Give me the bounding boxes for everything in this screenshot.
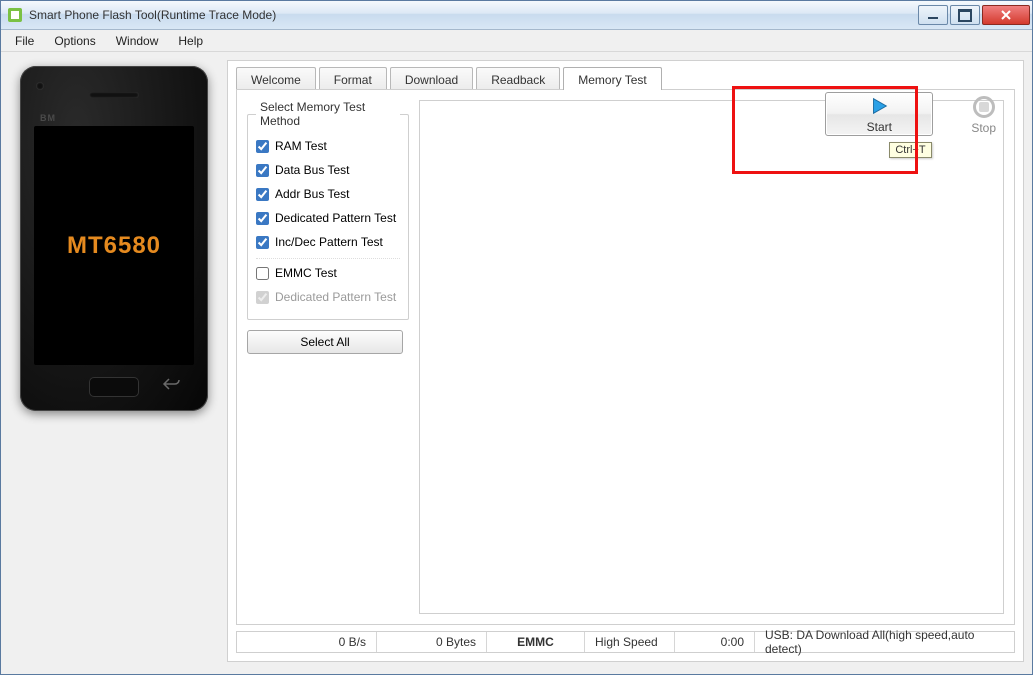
tab-readback[interactable]: Readback (476, 67, 560, 89)
titlebar[interactable]: Smart Phone Flash Tool(Runtime Trace Mod… (1, 1, 1032, 30)
stop-button: Stop (971, 96, 996, 135)
start-tooltip: Ctrl+T (889, 142, 931, 158)
action-zone: Start Ctrl+T Stop (825, 92, 996, 136)
dedicated-pattern-test-checkbox[interactable] (256, 212, 269, 225)
tab-body: Select Memory Test Method RAM Test Data … (236, 89, 1015, 625)
addr-bus-test-checkbox[interactable] (256, 188, 269, 201)
menubar: File Options Window Help (1, 30, 1032, 52)
log-area[interactable] (419, 100, 1004, 614)
maximize-button[interactable] (950, 5, 980, 25)
data-bus-test-checkbox[interactable] (256, 164, 269, 177)
status-bytes: 0 Bytes (377, 632, 487, 652)
main-window: Smart Phone Flash Tool(Runtime Trace Mod… (0, 0, 1033, 675)
close-button[interactable] (982, 5, 1030, 25)
tab-format[interactable]: Format (319, 67, 387, 89)
tab-welcome[interactable]: Welcome (236, 67, 316, 89)
window-title: Smart Phone Flash Tool(Runtime Trace Mod… (29, 8, 916, 22)
ram-test-label: RAM Test (275, 139, 327, 153)
phone-brand: BM (40, 113, 56, 123)
menu-options[interactable]: Options (44, 32, 105, 50)
status-time: 0:00 (675, 632, 755, 652)
emmc-dedicated-pattern-checkbox (256, 291, 269, 304)
emmc-test-label: EMMC Test (275, 266, 337, 280)
menu-window[interactable]: Window (106, 32, 169, 50)
status-usb: USB: DA Download All(high speed,auto det… (755, 632, 1014, 652)
status-storage: EMMC (487, 632, 585, 652)
status-mode: High Speed (585, 632, 675, 652)
phone-chip-label: MT6580 (67, 232, 161, 260)
ram-test-checkbox[interactable] (256, 140, 269, 153)
inc-dec-pattern-test-checkbox[interactable] (256, 236, 269, 249)
menu-file[interactable]: File (5, 32, 44, 50)
emmc-dedicated-pattern-label: Dedicated Pattern Test (275, 290, 396, 304)
group-title: Select Memory Test Method (256, 100, 400, 128)
select-all-button[interactable]: Select All (247, 330, 403, 354)
memory-test-group: Select Memory Test Method RAM Test Data … (247, 100, 409, 320)
content-pane: Welcome Format Download Readback Memory … (227, 60, 1024, 662)
start-button[interactable]: Start (825, 92, 933, 136)
phone-illustration: BM MT6580 (20, 66, 208, 411)
client-area: BM MT6580 Welcome Format Download Readba… (1, 52, 1032, 670)
minimize-button[interactable] (918, 5, 948, 25)
dedicated-pattern-test-label: Dedicated Pattern Test (275, 211, 396, 225)
tab-strip: Welcome Format Download Readback Memory … (236, 67, 1015, 89)
device-preview-pane: BM MT6580 (9, 60, 219, 662)
addr-bus-test-label: Addr Bus Test (275, 187, 349, 201)
stop-icon (973, 96, 995, 118)
statusbar: 0 B/s 0 Bytes EMMC High Speed 0:00 USB: … (236, 631, 1015, 653)
data-bus-test-label: Data Bus Test (275, 163, 349, 177)
emmc-test-checkbox[interactable] (256, 267, 269, 280)
play-icon (868, 95, 890, 120)
tab-memory-test[interactable]: Memory Test (563, 67, 661, 90)
back-icon (162, 378, 180, 393)
stop-label: Stop (971, 121, 996, 135)
inc-dec-pattern-test-label: Inc/Dec Pattern Test (275, 235, 383, 249)
start-label: Start (867, 120, 892, 134)
menu-help[interactable]: Help (168, 32, 213, 50)
status-speed: 0 B/s (237, 632, 377, 652)
app-icon (7, 7, 23, 23)
tab-download[interactable]: Download (390, 67, 473, 89)
